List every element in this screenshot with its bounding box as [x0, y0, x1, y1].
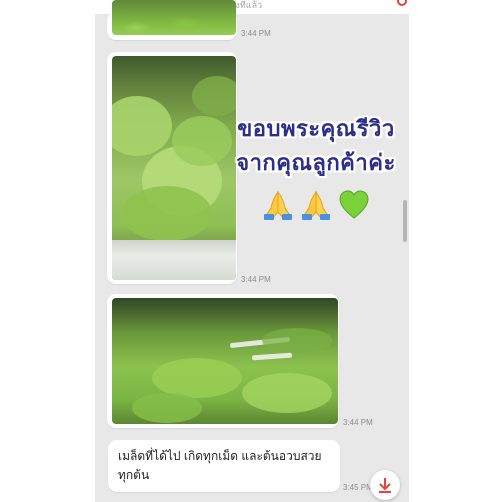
message-time: 3:44 PM: [241, 275, 271, 284]
folded-hands-icon: [264, 190, 292, 220]
review-screenshot: Active 1 ชั่วโมงที่แล้ว 3:44 PM 3:44 PM …: [0, 0, 502, 502]
lettuce-photo-closeup[interactable]: [112, 56, 236, 280]
review-thanks-caption: ขอบพระคุณรีวิว จากคุณลูกค้าค่ะ: [226, 112, 406, 222]
message-text: เมล็ดที่ได้ไป เกิดทุกเม็ด และต้นอวบสวยทุ…: [118, 449, 322, 482]
text-message[interactable]: เมล็ดที่ได้ไป เกิดทุกเม็ด และต้นอวบสวยทุ…: [108, 440, 340, 492]
lettuce-farm-photo[interactable]: [112, 298, 338, 424]
lettuce-photo-top[interactable]: [112, 0, 236, 35]
caption-line-1: ขอบพระคุณรีวิว: [237, 116, 395, 141]
caption-line-2: จากคุณลูกค้าค่ะ: [236, 150, 396, 175]
green-heart-icon: [339, 190, 369, 219]
arrow-down-icon: [379, 478, 391, 493]
scroll-to-bottom-button[interactable]: [370, 470, 400, 500]
message-time: 3:44 PM: [343, 418, 373, 427]
folded-hands-icon: [302, 190, 330, 220]
emoji-row: [226, 188, 406, 222]
message-time: 3:44 PM: [241, 29, 271, 38]
info-icon[interactable]: [397, 0, 407, 6]
message-time: 3:45 PM: [343, 483, 373, 492]
